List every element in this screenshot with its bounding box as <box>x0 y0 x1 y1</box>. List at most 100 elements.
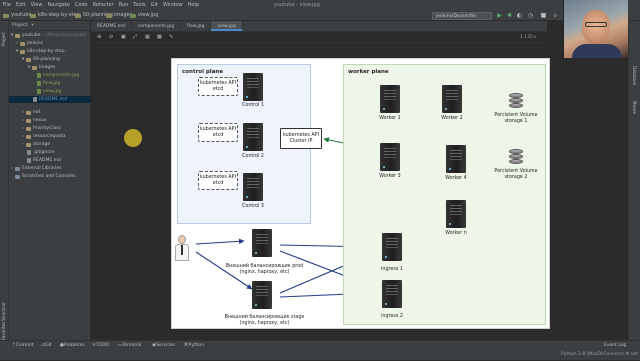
color-picker-icon[interactable]: ✎ <box>169 32 173 43</box>
server-icon <box>243 173 263 201</box>
zoom-in-icon[interactable]: ⊕ <box>97 32 101 43</box>
api-etcd-box-1: kubernetes API etcd <box>198 77 238 96</box>
worker-3-label: Worker 3 <box>379 174 401 179</box>
project-panel: Project ▾ ▾ youtube ~/Projects/youtube › je… <box>9 21 91 340</box>
tool-tab-maven[interactable]: Maven <box>630 97 637 119</box>
worker-n-label: Worker n <box>445 231 467 236</box>
presenter-shirt <box>572 44 622 58</box>
tree-item-scratches[interactable]: Scratches and Consoles <box>11 173 76 180</box>
worker-plane-title: worker plane <box>348 69 389 75</box>
storage-icon <box>509 149 523 166</box>
menu-file[interactable]: File <box>0 0 13 10</box>
menu-run[interactable]: Run <box>116 0 131 10</box>
tool-tab-favorites[interactable]: Favorites <box>1 322 8 340</box>
menu-refactor[interactable]: Refactor <box>90 0 116 10</box>
worker-1-label: Worker 1 <box>379 116 401 121</box>
project-panel-header: Project ▾ <box>9 21 90 31</box>
tree-item-net[interactable]: › net <box>22 109 40 116</box>
run-configuration-select[interactable]: jenkins/Dockerfile <box>432 12 492 20</box>
menu-git[interactable]: Git <box>148 0 160 10</box>
webcam-overlay <box>563 0 628 58</box>
left-tool-strip: Project Structure Favorites <box>0 21 9 340</box>
status-bar: Python 3.8 (MacOsConnect) ⚙ net <box>0 350 640 360</box>
control-1-label: Control 1 <box>242 103 264 108</box>
tree-item-components-jpg[interactable]: components.jpg <box>37 72 79 79</box>
image-info: 1 135× <box>520 35 537 40</box>
user-icon <box>175 235 189 263</box>
coverage-icon[interactable]: ◐ <box>516 12 523 19</box>
storage-icon <box>509 93 523 110</box>
right-tool-strip: Database Maven <box>628 21 640 340</box>
interpreter-status[interactable]: Python 3.8 (MacOsConnect) ⚙ net <box>561 350 638 360</box>
api-etcd-box-3: kubernetes API etcd <box>198 171 238 190</box>
menu-navigate[interactable]: Navigate <box>45 0 72 10</box>
balancer-stage-label: Внешний балансировщик stage (nginx, hapro… <box>224 315 305 326</box>
tree-item-jenkins[interactable]: › jenkins <box>16 40 43 47</box>
tab-view-jpg[interactable]: view.jpg <box>211 21 243 31</box>
menu-code[interactable]: Code <box>72 0 90 10</box>
breadcrumb-file[interactable]: view.jpg <box>130 10 158 21</box>
zoom-out-icon[interactable]: ⊖ <box>109 32 113 43</box>
menu-window[interactable]: Window <box>160 0 185 10</box>
tab-flow-jpg[interactable]: flow.jpg <box>181 21 212 31</box>
menu-bar: File Edit View Navigate Code Refactor Ru… <box>0 0 640 10</box>
server-icon <box>243 73 263 101</box>
debug-icon[interactable]: ✱ <box>506 12 513 19</box>
server-icon <box>380 85 400 113</box>
tree-item-priorityclass[interactable]: › PriorityClass <box>22 125 61 132</box>
search-icon[interactable]: ⌕ <box>552 12 559 19</box>
mouse-cursor-highlight <box>124 129 142 147</box>
worker-2-label: Worker 2 <box>441 116 463 121</box>
tree-item-planning[interactable]: ▾ 00-planning <box>22 56 60 63</box>
editor-tabs: README.md components.jpg flow.jpg view.j… <box>91 21 547 32</box>
tool-window-bar: ⇡ Commit ⎇ Git ● Problems ≡ TODO ▭ Termi… <box>0 340 640 358</box>
actual-size-icon[interactable]: ▣ <box>121 32 126 43</box>
stop-icon[interactable]: ■ <box>540 12 547 19</box>
tree-item-gitignore[interactable]: .gitignore <box>27 149 55 156</box>
tree-item-youtube[interactable]: ▾ youtube ~/Projects/youtube <box>11 32 87 39</box>
project-panel-title[interactable]: Project <box>12 21 27 30</box>
window-title: youtube - view.jpg <box>273 2 320 8</box>
tab-readme[interactable]: README.md <box>91 21 132 31</box>
server-icon <box>243 123 263 151</box>
tree-item-k8s[interactable]: ▾ k8s-step-by-step <box>16 48 65 55</box>
server-icon <box>382 280 402 308</box>
tree-item-view-jpg[interactable]: view.jpg <box>37 88 61 95</box>
server-icon <box>446 200 466 228</box>
server-icon <box>380 143 400 171</box>
menu-edit[interactable]: Edit <box>13 0 28 10</box>
breadcrumb-youtube[interactable]: youtube <box>3 10 32 21</box>
worker-plane-region: worker plane Worker 1 Worker 2 Worker 3 … <box>343 64 546 325</box>
fit-zoom-icon[interactable]: ⤢ <box>133 32 137 43</box>
run-icon[interactable]: ▶ <box>496 12 503 19</box>
tree-item-storage[interactable]: › storage <box>22 141 50 148</box>
tool-tab-structure[interactable]: Structure <box>1 301 8 323</box>
profile-icon[interactable]: ◷ <box>527 12 534 19</box>
tab-components-jpg[interactable]: components.jpg <box>132 21 182 31</box>
menu-tools[interactable]: Tools <box>131 0 148 10</box>
tree-item-external-libraries[interactable]: › External Libraries <box>11 165 62 172</box>
menu-view[interactable]: View <box>28 0 45 10</box>
server-icon <box>252 229 272 257</box>
storage-2-label: Percistent Volume storage 2 <box>494 169 538 180</box>
server-icon <box>252 281 272 309</box>
tree-item-images[interactable]: ▾ images <box>28 64 55 71</box>
grid-icon[interactable]: ▦ <box>145 32 150 43</box>
server-icon <box>382 233 402 261</box>
breadcrumb-images[interactable]: images <box>106 10 132 21</box>
tree-item-resourcequota[interactable]: › resourcequota <box>22 133 65 140</box>
server-icon <box>446 145 466 173</box>
tree-item-flow-jpg[interactable]: flow.jpg <box>37 80 60 87</box>
diagram-image: control plane kubernetes API etcd kubern… <box>171 58 550 329</box>
ingress-1-label: ingress 1 <box>381 267 403 272</box>
worker-4-label: Worker 4 <box>445 176 467 181</box>
tool-tab-database[interactable]: Database <box>630 61 637 91</box>
tool-tab-project[interactable]: Project <box>1 25 8 53</box>
tree-item-readme-planning[interactable]: README.md <box>9 96 91 103</box>
control-3-label: Control 3 <box>242 204 264 209</box>
breadcrumb-k8s[interactable]: k8s-step-by-step <box>30 10 80 21</box>
menu-help[interactable]: Help <box>185 0 201 10</box>
chessboard-icon[interactable]: ▩ <box>157 32 162 43</box>
tree-item-nexus[interactable]: › nexus <box>22 117 46 124</box>
tree-item-readme[interactable]: README.md <box>27 157 61 164</box>
